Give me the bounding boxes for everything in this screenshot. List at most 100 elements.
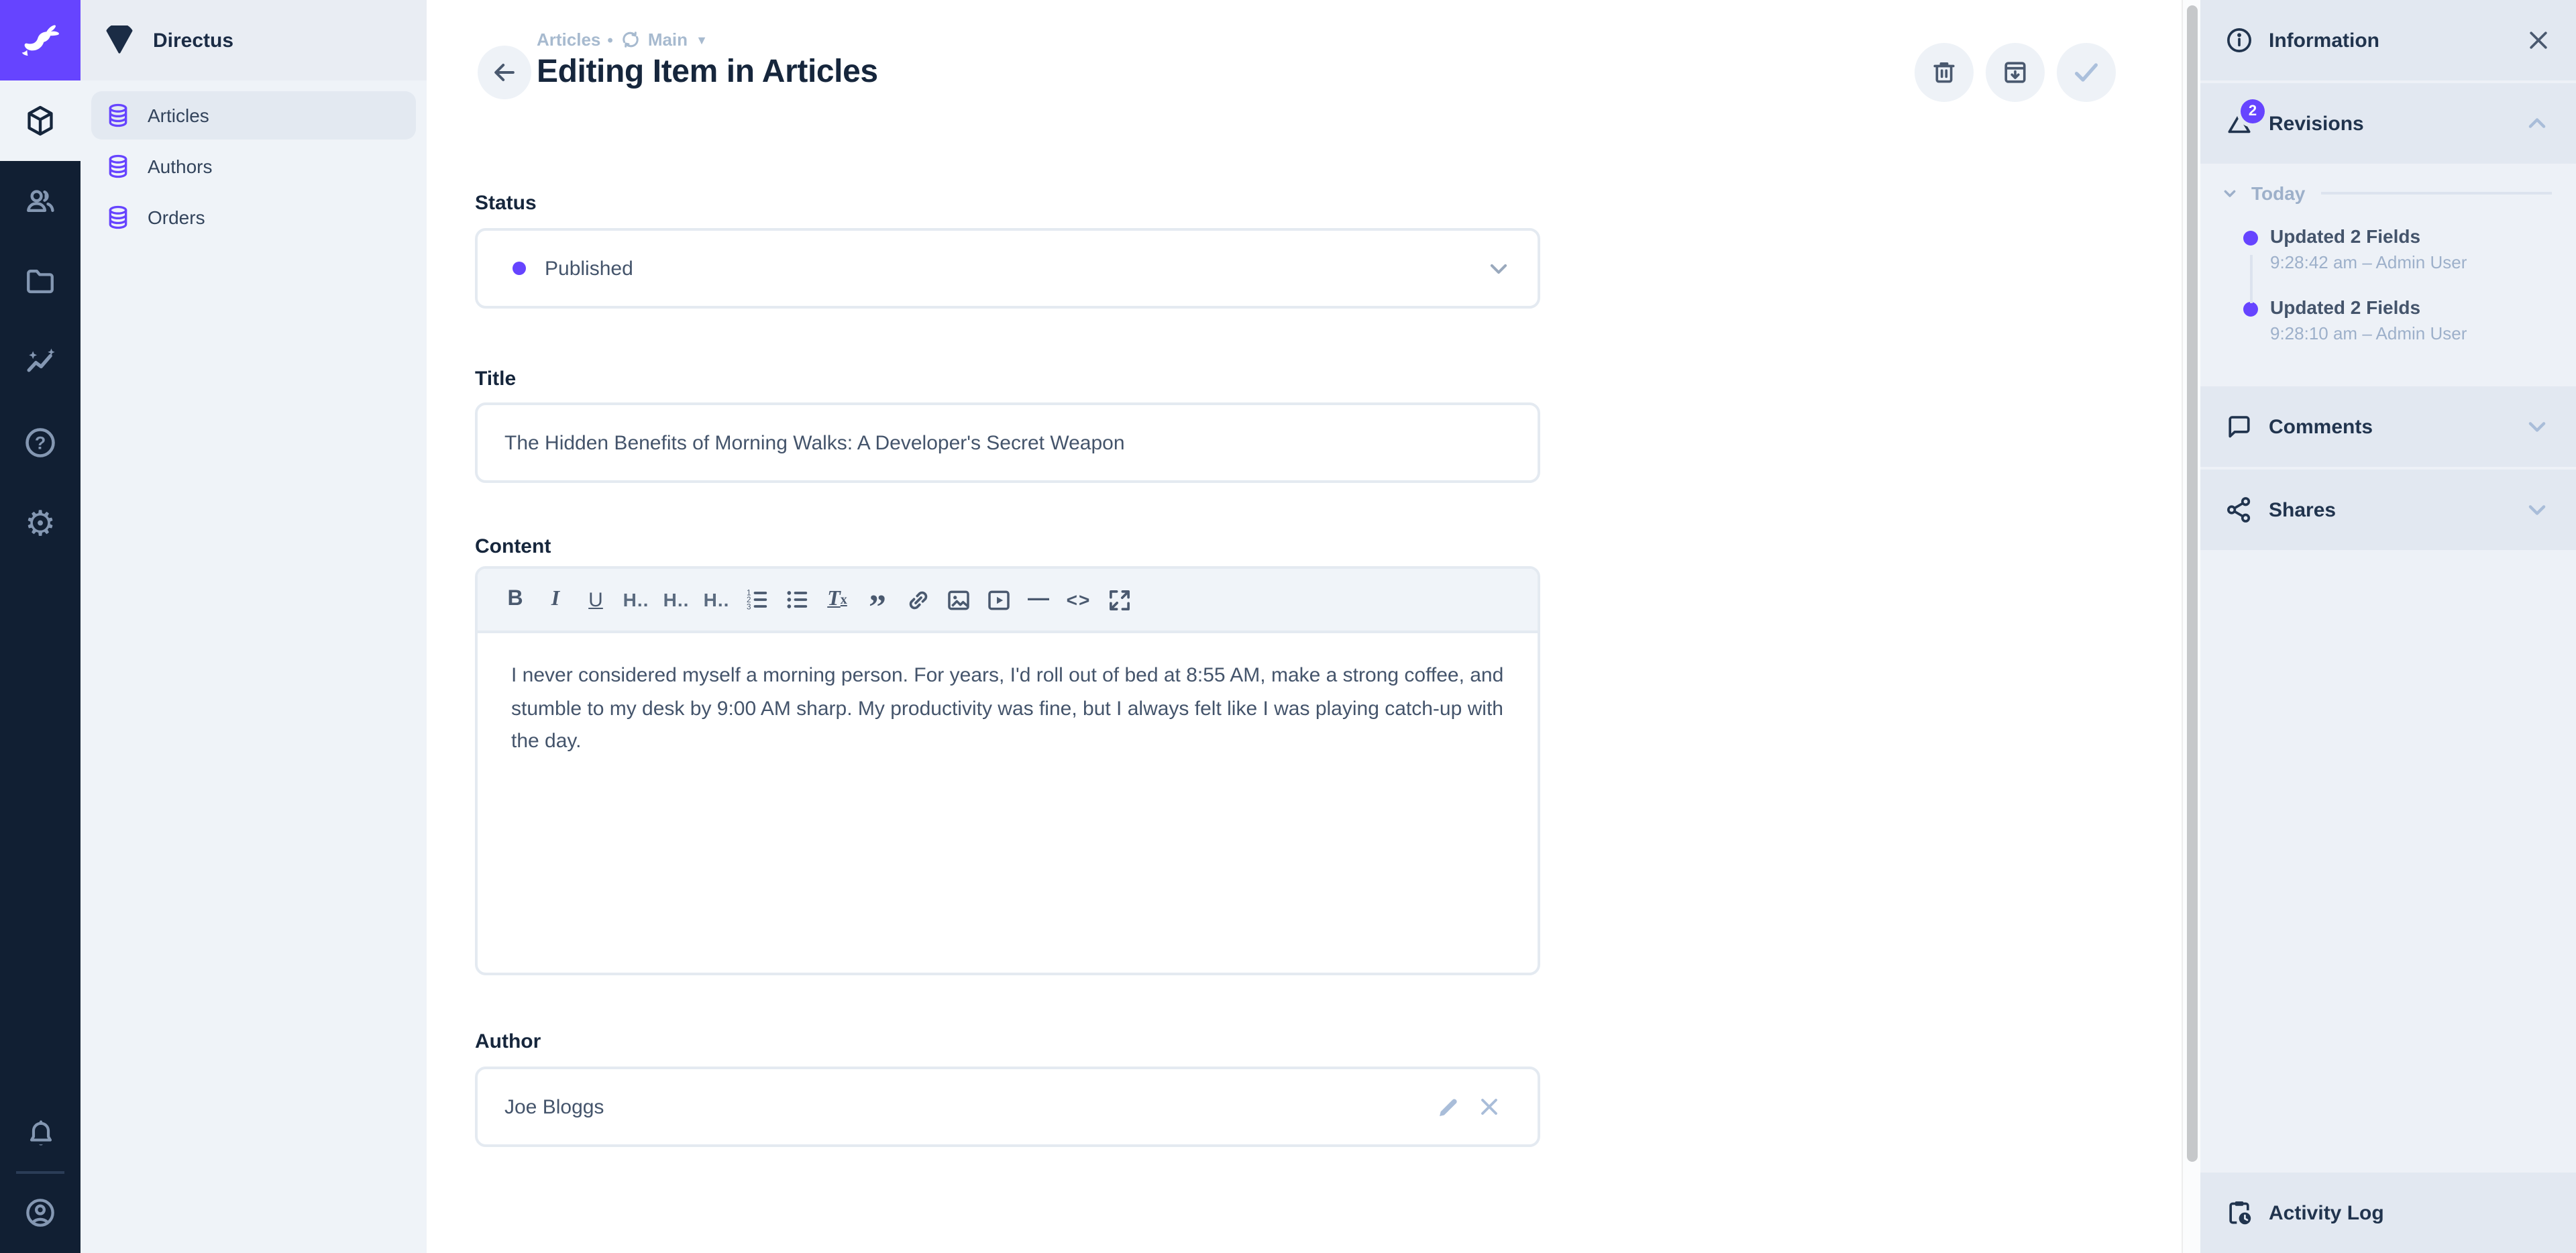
trash-icon	[1929, 58, 1959, 87]
comment-bubble-icon	[2224, 412, 2254, 441]
heading2-button[interactable]: H..	[657, 580, 695, 620]
breadcrumb-separator: •	[607, 30, 612, 49]
chevron-down-icon[interactable]	[2522, 495, 2552, 525]
status-value: Published	[545, 257, 1484, 280]
folder-icon	[23, 264, 58, 299]
title-value: The Hidden Benefits of Morning Walks: A …	[504, 431, 1538, 454]
arrow-left-icon	[490, 58, 519, 87]
module-users[interactable]	[0, 161, 80, 241]
sidebar-section-label: Shares	[2269, 498, 2508, 521]
nav-item-authors[interactable]: Authors	[91, 142, 416, 190]
author-value: Joe Bloggs	[504, 1095, 1434, 1118]
revision-timeline-line	[2249, 255, 2252, 303]
nav-item-orders[interactable]: Orders	[91, 193, 416, 241]
link-button[interactable]	[899, 580, 936, 620]
revision-title: Updated 2 Fields	[2270, 296, 2552, 318]
share-icon	[2224, 495, 2254, 525]
rich-text-editor: B I U H.. H.. H.. 1 2 3	[475, 566, 1540, 975]
heading3-button[interactable]: H..	[698, 580, 735, 620]
notifications-button[interactable]	[0, 1093, 80, 1174]
breadcrumb: Articles • Main ▼	[537, 30, 878, 50]
revision-meta: 9:28:42 am – Admin User	[2270, 252, 2552, 272]
author-field[interactable]: Joe Bloggs	[475, 1067, 1540, 1147]
remove-format-button[interactable]: Tx	[818, 580, 856, 620]
title-label: Title	[475, 368, 516, 390]
save-button[interactable]	[2057, 43, 2116, 102]
nav-item-articles[interactable]: Articles	[91, 91, 416, 140]
project-name: Directus	[153, 29, 233, 52]
revision-meta: 9:28:10 am – Admin User	[2270, 323, 2552, 343]
version-sync-icon	[620, 30, 641, 50]
project-chooser[interactable]: Directus	[80, 0, 427, 80]
nav-item-label: Orders	[148, 207, 205, 228]
nav-item-label: Articles	[148, 105, 209, 126]
insights-icon	[23, 345, 58, 380]
check-icon	[2070, 56, 2102, 89]
gear-icon: ⚙	[25, 506, 56, 541]
italic-button[interactable]: I	[537, 580, 574, 620]
chevron-down-icon[interactable]: ▼	[696, 33, 708, 46]
info-icon	[2224, 25, 2254, 55]
sidebar-section-information[interactable]: Information	[2200, 0, 2576, 80]
module-help[interactable]: ?	[0, 402, 80, 483]
main-scrollbar-thumb[interactable]	[2187, 5, 2198, 1162]
chevron-down-icon[interactable]	[2522, 412, 2552, 441]
back-button[interactable]	[478, 46, 531, 99]
revision-entry[interactable]: Updated 2 Fields 9:28:10 am – Admin User	[2200, 283, 2576, 354]
activity-log-button[interactable]: Activity Log	[2200, 1173, 2576, 1253]
revisions-group-today[interactable]: Today	[2200, 164, 2576, 212]
revision-dot	[2243, 302, 2258, 317]
author-label: Author	[475, 1030, 541, 1053]
edit-pencil-icon[interactable]	[1434, 1093, 1462, 1121]
title-input[interactable]: The Hidden Benefits of Morning Walks: A …	[475, 402, 1540, 483]
main-scrollbar-track	[2182, 0, 2200, 1253]
account-button[interactable]	[0, 1173, 80, 1253]
blockquote-button[interactable]: ”	[859, 580, 896, 620]
bullet-list-button[interactable]	[778, 580, 816, 620]
rabbit-logo-icon	[17, 17, 63, 63]
directus-app: ? ⚙	[0, 0, 2576, 1253]
close-icon[interactable]	[2525, 27, 2552, 54]
deselect-x-icon[interactable]	[1476, 1093, 1503, 1120]
numbered-list-button[interactable]: 1 2 3	[738, 580, 775, 620]
help-icon: ?	[23, 425, 58, 460]
code-button[interactable]: <>	[1060, 580, 1097, 620]
revisions-count-badge: 2	[2241, 99, 2265, 123]
bell-icon	[23, 1117, 57, 1150]
module-content[interactable]	[0, 80, 80, 161]
archive-button[interactable]	[1986, 43, 2045, 102]
editor-content[interactable]: I never considered myself a morning pers…	[478, 633, 1538, 785]
navigation-sidebar: Directus Articles Aut	[80, 0, 427, 1253]
chevron-down-icon	[1484, 254, 1513, 283]
activity-log-icon	[2224, 1198, 2254, 1228]
sidebar-section-revisions[interactable]: 2 Revisions	[2200, 83, 2576, 164]
revision-entry[interactable]: Updated 2 Fields 9:28:42 am – Admin User	[2200, 212, 2576, 283]
module-settings[interactable]: ⚙	[0, 483, 80, 563]
fullscreen-button[interactable]	[1100, 580, 1138, 620]
sidebar-section-label: Activity Log	[2269, 1201, 2384, 1224]
breadcrumb-version[interactable]: Main	[648, 30, 688, 50]
directus-logo-button[interactable]	[0, 0, 80, 80]
sidebar-section-comments[interactable]: Comments	[2200, 386, 2576, 467]
sidebar-section-label: Revisions	[2269, 112, 2508, 135]
module-insights[interactable]	[0, 322, 80, 402]
status-select[interactable]: Published	[475, 228, 1540, 309]
heading1-button[interactable]: H..	[617, 580, 655, 620]
status-label: Status	[475, 192, 537, 215]
sidebar-section-shares[interactable]: Shares	[2200, 470, 2576, 550]
horizontal-rule-button[interactable]: —	[1020, 580, 1057, 620]
module-files[interactable]	[0, 241, 80, 322]
breadcrumb-collection[interactable]: Articles	[537, 30, 600, 50]
image-button[interactable]	[939, 580, 977, 620]
header-actions	[1915, 43, 2116, 102]
bold-button[interactable]: B	[496, 580, 534, 620]
main-content: Articles • Main ▼ Editing Item in Articl…	[427, 0, 2200, 1253]
media-button[interactable]	[979, 580, 1017, 620]
project-wedge-icon	[102, 25, 137, 56]
underline-button[interactable]: U	[577, 580, 614, 620]
collection-list: Articles Authors Orders	[80, 80, 427, 255]
divider	[2321, 192, 2552, 195]
chevron-up-icon[interactable]	[2522, 109, 2552, 138]
delete-button[interactable]	[1915, 43, 1974, 102]
database-icon	[105, 204, 131, 231]
